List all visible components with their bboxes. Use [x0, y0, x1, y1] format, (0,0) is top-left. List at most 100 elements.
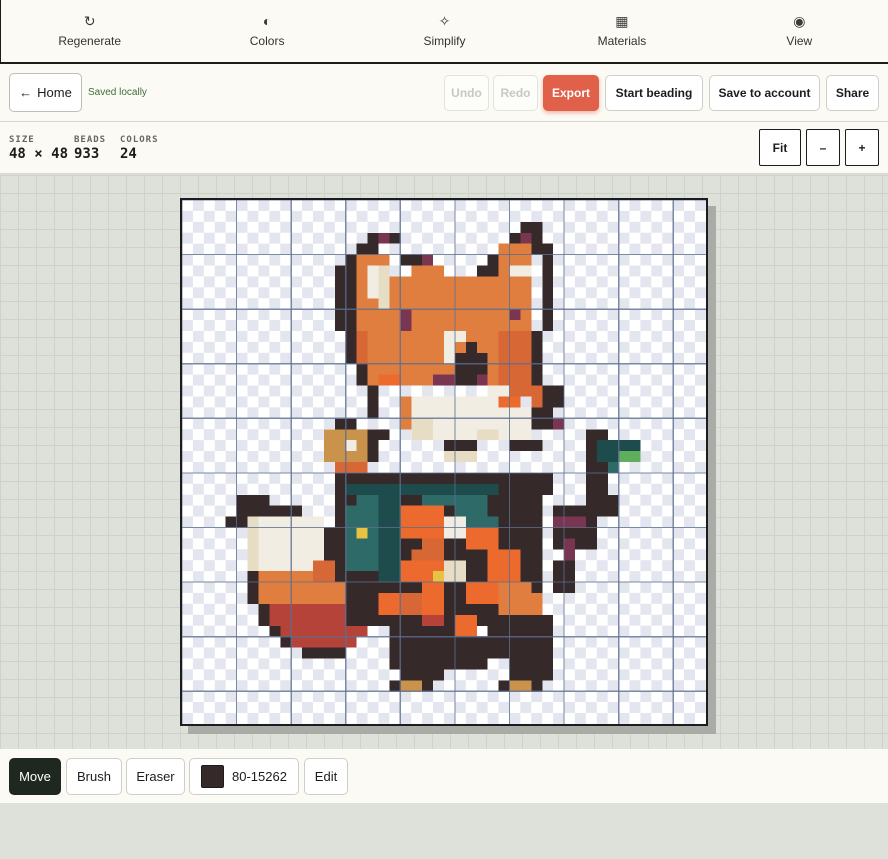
bead-block: [487, 385, 510, 397]
move-tool-button[interactable]: Move: [9, 758, 61, 795]
bead-block: [509, 658, 554, 681]
bead-block: [454, 483, 499, 495]
bead-block: [476, 374, 488, 386]
regenerate-label: Regenerate: [58, 34, 122, 48]
view-button[interactable]: ◉ View: [711, 0, 888, 62]
start-beading-button[interactable]: Start beading: [605, 75, 703, 111]
bead-block: [444, 440, 477, 452]
bead-block: [422, 582, 444, 615]
bead-block: [247, 527, 259, 572]
bead-block: [422, 614, 444, 626]
bead-block: [269, 625, 281, 637]
bead-pattern-board[interactable]: [180, 198, 708, 726]
grid-line-vertical: [345, 200, 347, 724]
save-status: Saved locally: [88, 87, 147, 98]
edit-color-button[interactable]: Edit: [304, 758, 348, 795]
current-color-button[interactable]: 80-15262: [189, 758, 299, 795]
brush-tool-button[interactable]: Brush: [66, 758, 122, 795]
bead-block: [247, 516, 259, 528]
beads-label: BEADS: [74, 135, 107, 145]
color-swatch: [201, 765, 225, 788]
save-to-account-button[interactable]: Save to account: [709, 75, 820, 111]
bead-block: [520, 429, 532, 441]
bead-block: [345, 440, 357, 452]
bead-block: [378, 374, 401, 386]
bead-block: [422, 254, 434, 266]
bead-block: [334, 494, 346, 583]
grid-line-horizontal: [182, 200, 706, 201]
grid-line-vertical: [399, 200, 401, 724]
bead-block: [345, 483, 401, 495]
grid-line-vertical: [182, 200, 183, 724]
home-button[interactable]: ← Home: [9, 73, 82, 112]
beads-stat: BEADS 933: [74, 135, 106, 162]
grid-line-horizontal: [182, 472, 706, 474]
bead-block: [367, 429, 390, 441]
colors-label: Colors: [249, 34, 285, 48]
bead-block: [400, 309, 412, 331]
colors-value: 24: [120, 146, 137, 162]
bead-block: [334, 462, 368, 473]
bead-block: [487, 494, 510, 517]
bead-block: [564, 538, 575, 561]
grid-line-horizontal: [182, 417, 706, 419]
zoom-out-button[interactable]: –: [806, 129, 840, 166]
bead-block: [553, 418, 565, 430]
bead-block: [400, 593, 423, 615]
bead-block: [280, 636, 292, 648]
regenerate-button[interactable]: ↻ Regenerate: [1, 0, 178, 62]
materials-label: Materials: [597, 34, 647, 48]
bead-block: [247, 571, 259, 604]
footer-space: [0, 803, 888, 859]
view-label: View: [786, 34, 813, 48]
export-button[interactable]: Export: [543, 75, 599, 111]
bead-block: [476, 429, 499, 441]
undo-button[interactable]: Undo: [444, 75, 489, 111]
top-toolbar: ↻ Regenerate ◐ Colors ✧ Simplify ▦ Mater…: [0, 0, 888, 64]
refresh-icon: ↻: [83, 13, 96, 29]
bead-block: [618, 451, 641, 462]
grid-line-vertical: [618, 200, 620, 724]
bead-block: [247, 505, 303, 517]
bead-block: [291, 636, 357, 648]
stats-bar: SIZE 48 × 48 BEADS 933 COLORS 24 Fit – +: [0, 122, 888, 174]
bead-block: [585, 429, 608, 441]
bead-block: [454, 614, 477, 637]
bead-block: [236, 494, 270, 506]
bead-block: [400, 680, 423, 692]
bead-block: [465, 341, 477, 353]
bead-block: [367, 440, 379, 462]
materials-button[interactable]: ▦ Materials: [533, 0, 710, 62]
bead-block: [444, 341, 455, 364]
eraser-tool-button[interactable]: Eraser: [126, 758, 185, 795]
bead-block: [400, 505, 444, 539]
bead-block: [356, 243, 379, 255]
canvas-area[interactable]: [0, 175, 888, 749]
bead-block: [454, 494, 466, 517]
bead-block: [531, 385, 543, 408]
bead-block: [465, 582, 499, 604]
fit-button[interactable]: Fit: [759, 129, 801, 166]
bead-block: [313, 560, 335, 583]
bead-block: [487, 549, 521, 583]
bead-block: [465, 527, 499, 550]
redo-button[interactable]: Redo: [493, 75, 538, 111]
grid-line-vertical: [563, 200, 565, 724]
pattern-canvas[interactable]: [182, 200, 706, 724]
simplify-button[interactable]: ✧ Simplify: [356, 0, 533, 62]
grid-line-horizontal: [182, 690, 706, 692]
zoom-in-button[interactable]: +: [845, 129, 879, 166]
share-button[interactable]: Share: [826, 75, 879, 111]
bead-block: [400, 483, 455, 495]
colors-stat-label: COLORS: [120, 135, 159, 145]
colors-button[interactable]: ◐ Colors: [178, 0, 355, 62]
bead-block: [433, 374, 455, 386]
color-code: 80-15262: [232, 769, 287, 784]
bead-block: [302, 647, 346, 659]
bead-block: [509, 440, 543, 452]
grid-line-horizontal: [182, 526, 706, 529]
bead-block: [345, 331, 357, 364]
arrow-left-icon: ←: [19, 85, 33, 100]
bead-block: [323, 527, 335, 561]
grid-line-horizontal: [182, 363, 706, 365]
